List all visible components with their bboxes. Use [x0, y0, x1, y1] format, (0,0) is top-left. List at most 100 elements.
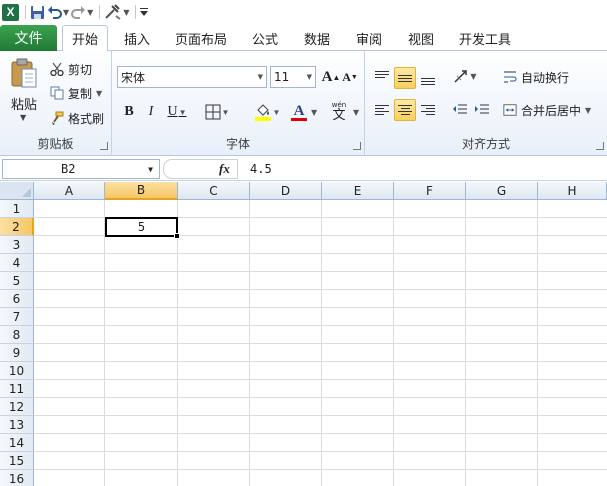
chevron-down-icon: ▼: [306, 73, 312, 81]
align-top-button[interactable]: [371, 65, 393, 87]
row-header-3[interactable]: 3: [0, 236, 34, 254]
active-cell-b2[interactable]: 5: [105, 217, 180, 239]
wrap-text-icon: [503, 70, 517, 84]
row-header-2[interactable]: 2: [0, 218, 34, 236]
toolbar-separator: [135, 5, 137, 19]
column-header-a[interactable]: A: [34, 182, 105, 200]
underline-button[interactable]: U ▼: [164, 101, 190, 123]
column-gridline: [249, 200, 250, 486]
column-header-b[interactable]: B: [105, 182, 178, 200]
row-header-15[interactable]: 15: [0, 452, 34, 470]
align-right-button[interactable]: [417, 99, 439, 121]
tools-dropdown-icon[interactable]: ▼: [123, 8, 129, 17]
fill-color-dropdown-icon[interactable]: ▼: [273, 108, 281, 117]
tab-home[interactable]: 开始: [62, 25, 108, 52]
row-header-5[interactable]: 5: [0, 272, 34, 290]
excel-logo-icon[interactable]: X: [2, 2, 19, 22]
row-header-12[interactable]: 12: [0, 398, 34, 416]
phonetic-guide-button[interactable]: wén 文: [324, 101, 354, 123]
alignment-group: ▼ 自动换行 合并后居中 ▼ 对齐方式: [365, 51, 607, 156]
column-header-h[interactable]: H: [538, 182, 607, 200]
row-header-11[interactable]: 11: [0, 380, 34, 398]
bold-button[interactable]: B: [120, 101, 138, 123]
row-header-8[interactable]: 8: [0, 326, 34, 344]
font-group-label: 字体: [225, 137, 250, 151]
increase-indent-icon: [475, 104, 489, 114]
save-icon[interactable]: [30, 2, 45, 22]
formula-input[interactable]: 4.5: [240, 159, 607, 179]
tab-insert[interactable]: 插入: [115, 25, 159, 51]
font-launcher-icon[interactable]: [353, 142, 361, 150]
font-color-dropdown-icon[interactable]: ▼: [311, 108, 317, 117]
clipboard-launcher-icon[interactable]: [100, 142, 108, 150]
paste-dropdown-icon[interactable]: ▼: [20, 113, 26, 122]
tools-icon[interactable]: ▼: [104, 2, 129, 22]
ribbon-tab-row: 文件 开始 插入 页面布局 公式 数据 审阅 视图 开发工具: [0, 24, 607, 52]
orientation-button[interactable]: ▼: [451, 65, 479, 87]
row-header-4[interactable]: 4: [0, 254, 34, 272]
fill-handle[interactable]: [174, 233, 180, 239]
tab-file[interactable]: 文件: [0, 25, 57, 51]
excel-logo-letter: X: [2, 3, 19, 21]
font-name-value: 宋体: [121, 70, 146, 85]
align-left-button[interactable]: [371, 99, 393, 121]
format-painter-label: 格式刷: [68, 111, 105, 126]
cut-button[interactable]: 剪切: [50, 59, 92, 79]
format-painter-button[interactable]: 格式刷: [50, 108, 104, 128]
row-header-1[interactable]: 1: [0, 200, 34, 218]
tab-data[interactable]: 数据: [295, 25, 339, 51]
increase-indent-button[interactable]: [471, 99, 493, 121]
column-header-e[interactable]: E: [322, 182, 394, 200]
column-header-f[interactable]: F: [394, 182, 466, 200]
column-gridline: [177, 200, 178, 486]
column-header-c[interactable]: C: [178, 182, 250, 200]
column-header-d[interactable]: D: [250, 182, 322, 200]
tab-formulas[interactable]: 公式: [243, 25, 287, 51]
tab-review[interactable]: 审阅: [347, 25, 391, 51]
row-header-14[interactable]: 14: [0, 434, 34, 452]
wrap-text-button[interactable]: 自动换行: [503, 67, 569, 87]
redo-icon[interactable]: ▼: [71, 2, 93, 22]
customize-icon[interactable]: [140, 2, 149, 22]
tab-view[interactable]: 视图: [399, 25, 443, 51]
row-header-10[interactable]: 10: [0, 362, 34, 380]
name-box[interactable]: B2 ▼: [2, 159, 160, 179]
font-color-button[interactable]: A: [284, 101, 314, 123]
tab-page-layout[interactable]: 页面布局: [168, 25, 234, 51]
align-middle-button[interactable]: [394, 67, 416, 89]
undo-icon[interactable]: ▼: [47, 2, 69, 22]
shrink-font-button[interactable]: A ▼: [342, 66, 358, 88]
row-header-6[interactable]: 6: [0, 290, 34, 308]
select-all-button[interactable]: [0, 182, 34, 200]
merge-center-button[interactable]: 合并后居中 ▼: [503, 100, 591, 120]
orientation-dropdown-icon[interactable]: ▼: [470, 72, 476, 81]
column-header-g[interactable]: G: [466, 182, 538, 200]
worksheet-grid: ABCDEFGH 1 2 3 4 5 6 7 8 9 10 11 12 13 14 15 16 5: [0, 182, 607, 486]
align-bottom-button[interactable]: [417, 67, 439, 89]
borders-button[interactable]: ▼: [200, 101, 234, 123]
row-header-13[interactable]: 13: [0, 416, 34, 434]
decrease-indent-button[interactable]: [449, 99, 471, 121]
borders-dropdown-icon[interactable]: ▼: [222, 108, 230, 117]
font-name-select[interactable]: 宋体 ▼: [117, 66, 267, 88]
alignment-launcher-icon[interactable]: [596, 142, 604, 150]
copy-button[interactable]: 复制 ▼: [50, 83, 102, 103]
italic-button[interactable]: I: [142, 101, 160, 123]
phonetic-dropdown-icon[interactable]: ▼: [353, 108, 359, 117]
font-color-swatch: [291, 117, 307, 121]
font-size-select[interactable]: 11 ▼: [270, 66, 316, 88]
row-header-9[interactable]: 9: [0, 344, 34, 362]
row-header-16[interactable]: 16: [0, 470, 34, 486]
tab-developer[interactable]: 开发工具: [452, 25, 518, 51]
underline-dropdown-icon[interactable]: ▼: [179, 108, 187, 117]
wrap-text-label: 自动换行: [521, 70, 570, 85]
align-center-button[interactable]: [394, 99, 416, 121]
row-header-7[interactable]: 7: [0, 308, 34, 326]
insert-function-icon[interactable]: fx: [219, 161, 230, 177]
fill-color-button[interactable]: ▼: [250, 101, 284, 123]
merge-center-dropdown-icon[interactable]: ▼: [585, 106, 591, 115]
grow-font-button[interactable]: A ▲: [322, 66, 341, 88]
copy-dropdown-icon[interactable]: ▼: [96, 89, 102, 98]
redo-dropdown-icon[interactable]: ▼: [87, 8, 93, 17]
undo-dropdown-icon[interactable]: ▼: [63, 8, 69, 17]
